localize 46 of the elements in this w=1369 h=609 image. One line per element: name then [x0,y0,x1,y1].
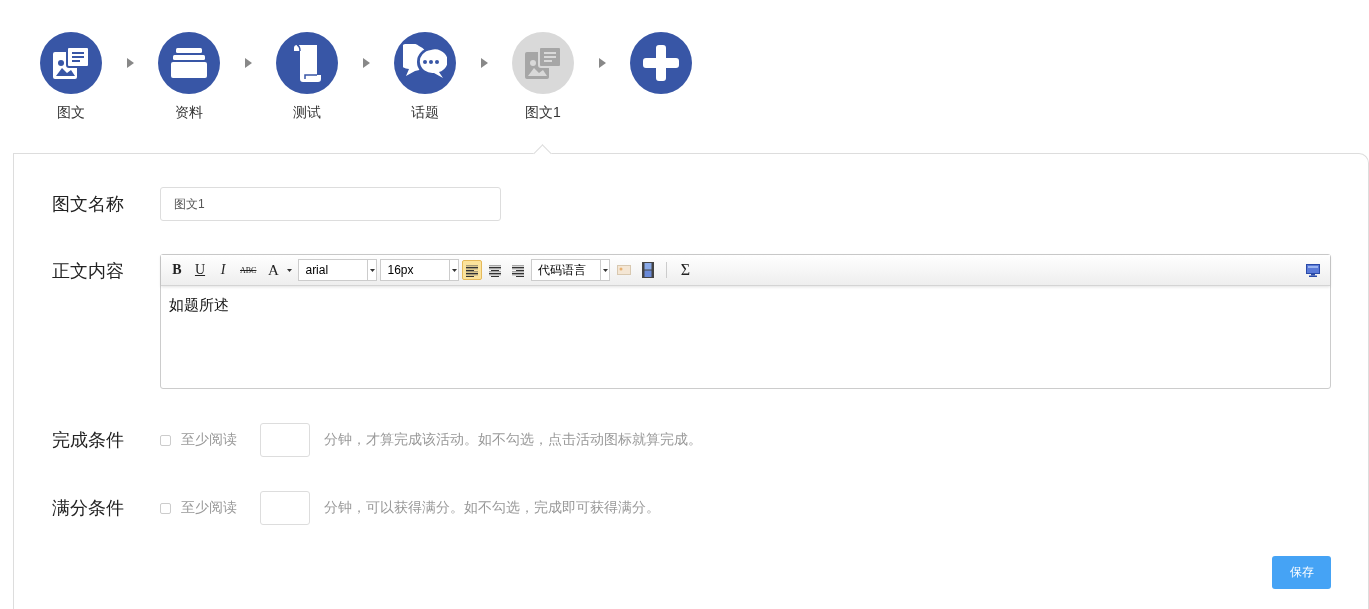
dropdown-caret-icon [287,268,293,272]
chevron-icon [598,58,606,68]
checkbox[interactable] [160,434,171,446]
align-button[interactable] [462,260,483,280]
hint-text: 分钟，才算完成该活动。如不勾选，点击活动图标就算完成。 [324,431,702,449]
minutes-input[interactable] [260,491,310,525]
step-label: 资料 [175,104,203,122]
checkbox-label: 至少阅读 [181,499,238,517]
format-button[interactable]: I [213,260,233,280]
title-input[interactable]: 图文1 [160,187,501,221]
step-label: 测试 [293,104,321,122]
format-button[interactable]: ABC [236,260,261,280]
monitor-icon [1306,263,1320,277]
format-button[interactable]: B [167,260,187,280]
field-label: 满分条件 [52,497,125,520]
toolbar-dropdown[interactable]: 16px [380,259,460,281]
chevron-icon [362,58,370,68]
step-label: 图文 [57,104,85,122]
plus-icon [643,45,679,81]
editor-content[interactable]: 如题所述 [161,286,1330,325]
step-label: 图文1 [525,104,561,122]
field-label: 正文内容 [52,260,125,283]
scroll-icon [291,43,323,83]
chevron-icon [480,58,488,68]
format-button[interactable]: Σ [675,260,696,280]
chevron-icon [126,58,134,68]
picture-icon [617,265,632,275]
picture-card-icon [52,46,90,80]
chevron-icon [244,58,252,68]
dropdown-caret-icon [369,268,375,272]
stacked-trays-icon [170,47,208,79]
format-button[interactable]: U [190,260,210,280]
step-label: 话题 [411,104,439,122]
dropdown-caret-icon [451,268,457,272]
checkbox-label: 至少阅读 [181,431,238,449]
hint-text: 分钟，可以获得满分。如不勾选，完成即可获得满分。 [324,499,660,517]
checkbox[interactable] [160,502,171,514]
field-label: 完成条件 [52,429,125,452]
picture-card-icon [524,46,562,80]
minutes-input[interactable] [260,423,310,457]
font-color-button[interactable]: A [263,260,284,280]
dropdown-caret-icon [602,268,608,272]
film-icon [642,262,655,278]
field-label: 图文名称 [52,193,125,216]
toolbar-dropdown[interactable]: 代码语言 [531,259,611,281]
toolbar-dropdown[interactable]: arial [298,259,378,281]
